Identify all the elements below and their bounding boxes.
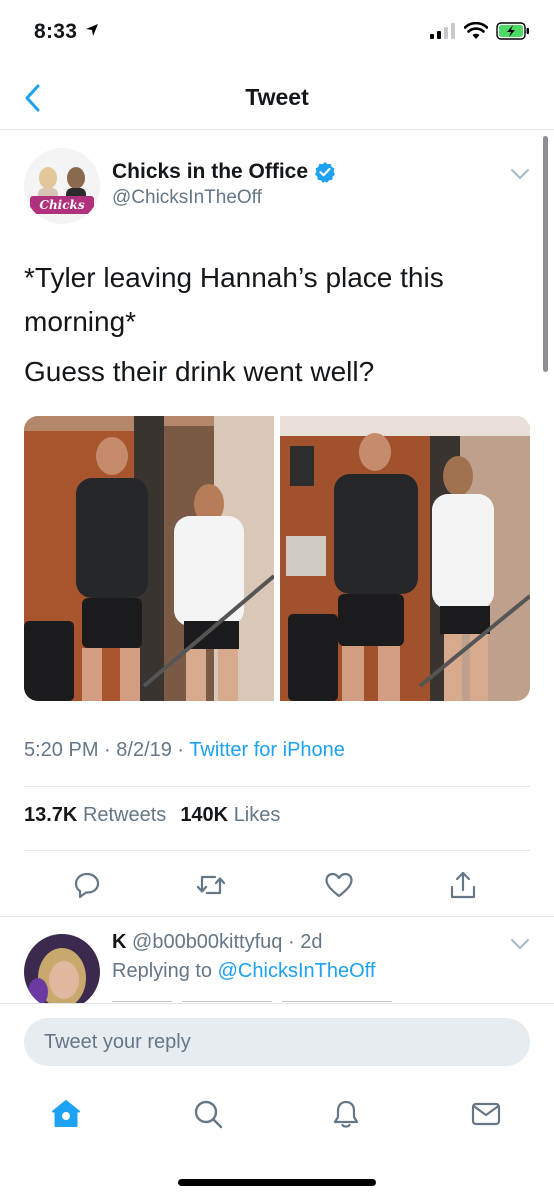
retweet-icon (196, 875, 226, 895)
reply-avatar[interactable] (24, 934, 100, 1010)
location-arrow-icon (86, 24, 99, 36)
tab-messages[interactable] (466, 1094, 506, 1134)
page-title: Tweet (245, 84, 309, 110)
replying-to-label: Replying to (112, 960, 213, 982)
replying-to: Replying to @ChicksInTheOff (112, 960, 375, 983)
replying-to-link[interactable]: @ChicksInTheOff (218, 960, 376, 982)
tab-notifications[interactable] (326, 1094, 366, 1134)
comment-icon (74, 872, 100, 899)
media-photo-2[interactable] (280, 416, 530, 701)
heart-icon (325, 872, 353, 898)
status-icons (430, 22, 530, 40)
retweets-stat[interactable]: 13.7K Retweets (24, 804, 166, 827)
retweets-label: Retweets (82, 804, 167, 826)
likes-label: Likes (233, 804, 281, 826)
avatar-image (24, 934, 100, 1010)
reply-age: 2d (300, 931, 323, 953)
reply-author-handle[interactable]: @b00b00kittyfuq (132, 931, 282, 953)
reply-button[interactable] (70, 868, 104, 902)
status-bar: 8:33 (0, 0, 554, 66)
status-time: 8:33 (34, 20, 99, 44)
author-handle[interactable]: @ChicksInTheOff (112, 187, 262, 209)
scroll-indicator[interactable] (543, 136, 548, 372)
photo-image (24, 416, 276, 701)
retweets-count: 13.7K (24, 804, 78, 826)
tweet-actions (0, 862, 554, 906)
likes-stat[interactable]: 140K Likes (180, 804, 280, 827)
avatar-image: Chicks (24, 148, 100, 224)
navigation-bar: Tweet (0, 66, 554, 130)
chevron-down-icon (511, 169, 529, 179)
author-avatar[interactable]: Chicks (24, 148, 100, 224)
tweet-text-line: *Tyler leaving Hannah’s place this morni… (24, 262, 444, 337)
reply-author-name[interactable]: K (112, 931, 126, 953)
home-indicator[interactable] (178, 1179, 376, 1186)
tweet-media (24, 416, 530, 701)
home-icon (52, 1100, 80, 1127)
tab-bar (0, 1094, 554, 1134)
avatar-logo-text: Chicks (39, 198, 84, 212)
media-photo-1[interactable] (24, 416, 276, 701)
bottom-compose-area (0, 1003, 554, 1200)
tab-search[interactable] (188, 1094, 228, 1134)
signal-icon (430, 23, 455, 39)
tweet-timestamp: 5:20 PM · 8/2/19 · Twitter for iPhone (24, 739, 345, 761)
tweet-options-button[interactable] (508, 166, 532, 182)
section-separator (0, 916, 554, 917)
tweet-stats: 13.7K Retweets 140K Likes (24, 804, 280, 827)
bell-icon (333, 1100, 359, 1128)
reply-options-button[interactable] (508, 936, 532, 952)
likes-count: 140K (180, 804, 229, 826)
author-name-text: Chicks in the Office (112, 160, 309, 183)
share-icon (450, 871, 476, 899)
author-name[interactable]: Chicks in the Office (112, 160, 336, 184)
tweet-time: 5:20 PM (24, 739, 99, 761)
share-button[interactable] (446, 868, 480, 902)
reply-compose-input[interactable] (24, 1018, 530, 1066)
photo-image (280, 416, 530, 701)
wifi-icon (464, 22, 488, 39)
like-button[interactable] (322, 868, 356, 902)
divider (24, 850, 530, 851)
reply-text-clipped (112, 992, 412, 1002)
tweet-text: *Tyler leaving Hannah’s place this morni… (24, 256, 529, 400)
tweet-text-line: Guess their drink went well? (24, 356, 375, 387)
divider (24, 786, 530, 787)
search-icon (194, 1100, 223, 1129)
chevron-down-icon (511, 939, 529, 949)
reply-header: K @b00b00kittyfuq · 2d (112, 931, 323, 953)
retweet-button[interactable] (194, 868, 228, 902)
tab-home[interactable] (46, 1094, 86, 1134)
tweet-date: 8/2/19 (116, 739, 172, 761)
tweet-source-link[interactable]: Twitter for iPhone (189, 739, 345, 761)
battery-charging-icon (496, 22, 529, 40)
envelope-icon (471, 1102, 501, 1126)
verified-badge-icon (315, 162, 336, 183)
